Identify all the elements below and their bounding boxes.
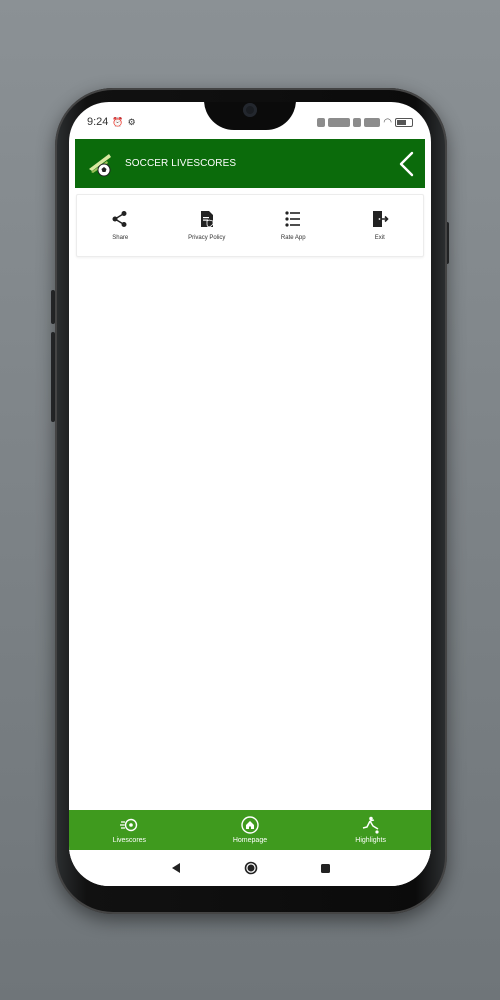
- sim-icon: [353, 117, 362, 127]
- home-icon: [241, 816, 259, 834]
- menu-item-label: Share: [112, 235, 129, 241]
- wifi-icon: ◠: [383, 116, 392, 128]
- privacy-policy-button[interactable]: Privacy Policy: [167, 210, 247, 241]
- chevron-left-icon: [399, 151, 414, 177]
- nav-item-homepage[interactable]: Homepage: [200, 816, 300, 844]
- menu-item-label: Rate App: [280, 235, 306, 241]
- list-icon: [285, 211, 301, 227]
- back-triangle-icon[interactable]: [170, 862, 182, 874]
- menu-card: Share Privacy Policy Rate App Exit: [76, 194, 424, 257]
- menu-item-label: Privacy Policy: [188, 235, 226, 241]
- signal-icon: [364, 117, 381, 127]
- app-bar: SOCCER LIVESCORES: [75, 139, 425, 188]
- signal-icon: [328, 117, 351, 127]
- player-kick-icon: [362, 816, 379, 834]
- share-icon: [112, 211, 127, 227]
- settings-icon: ⚙: [127, 116, 136, 127]
- recents-square-icon[interactable]: [320, 863, 331, 874]
- home-circle-icon[interactable]: [244, 861, 258, 875]
- privacy-policy-icon: [200, 211, 214, 228]
- back-button[interactable]: [397, 150, 415, 178]
- nav-item-label: Livescores: [112, 837, 147, 844]
- exit-button[interactable]: Exit: [340, 210, 420, 241]
- nav-item-label: Highlights: [355, 837, 387, 844]
- menu-item-label: Exit: [374, 235, 385, 241]
- status-bar: 9:24 ⏰ ⚙ ◠: [87, 114, 413, 130]
- exit-icon: [372, 211, 389, 227]
- app-title: SOCCER LIVESCORES: [125, 158, 237, 169]
- nav-item-label: Homepage: [232, 837, 268, 844]
- system-navigation-bar: [69, 850, 431, 886]
- rate-app-button[interactable]: Rate App: [253, 210, 333, 241]
- phone-screen: 9:24 ⏰ ⚙ ◠ SOCCER LIVESCORES Share Priva…: [69, 102, 431, 886]
- battery-icon: [395, 117, 413, 127]
- bottom-navigation: Livescores Homepage Highlights: [69, 810, 431, 850]
- nav-item-livescores[interactable]: Livescores: [79, 816, 179, 844]
- nav-item-highlights[interactable]: Highlights: [321, 816, 421, 844]
- alarm-icon: ⏰: [112, 116, 124, 127]
- ball-speed-icon: [120, 818, 138, 832]
- sim-icon: [317, 117, 326, 127]
- soccer-logo-icon: [87, 151, 115, 177]
- share-button[interactable]: Share: [80, 210, 160, 241]
- status-time: 9:24: [87, 116, 109, 128]
